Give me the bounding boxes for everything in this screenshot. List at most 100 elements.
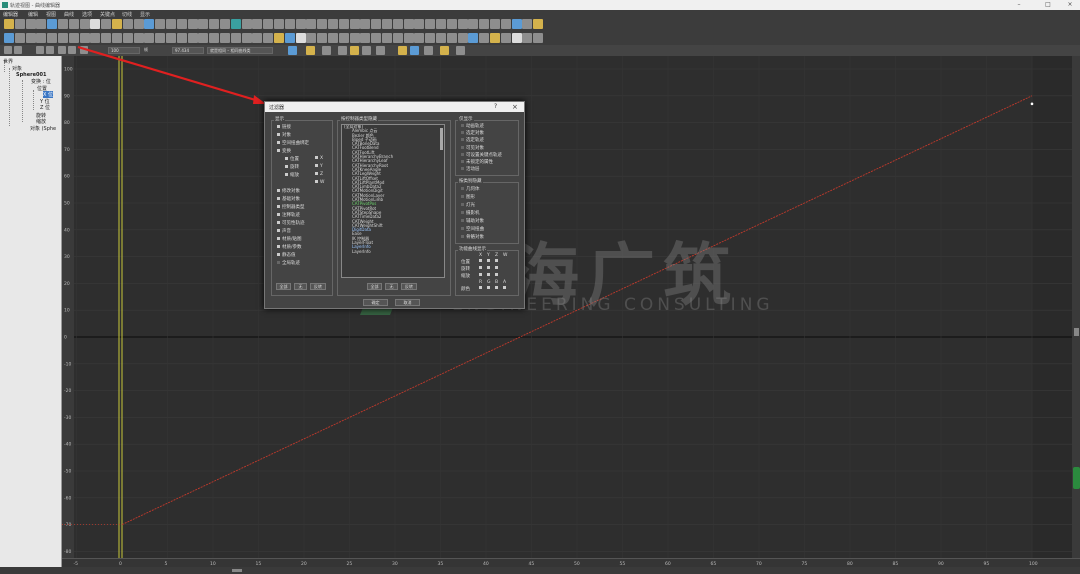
toolbar2-tool-icon[interactable] <box>403 33 414 43</box>
show-checkbox[interactable]: 链接 <box>277 124 291 130</box>
toolbar3-tool-icon[interactable] <box>68 46 76 54</box>
toolbar1-tool-icon[interactable] <box>382 19 392 29</box>
only-show-checkbox[interactable]: 选定轨迹 <box>461 137 484 143</box>
toolbar2-tool-icon[interactable] <box>133 33 144 43</box>
toolbar2-tool-icon[interactable] <box>79 33 90 43</box>
controller-list-item[interactable]: LayerInfo <box>342 249 444 254</box>
checkbox-box[interactable] <box>277 189 280 192</box>
checkbox-box[interactable] <box>461 138 464 142</box>
show-checkbox[interactable]: 材质/贴图 <box>277 236 302 242</box>
toolbar2-tool-icon[interactable] <box>101 33 112 43</box>
tree-item[interactable]: 对象 <box>12 65 22 72</box>
toolbar2-tool-icon[interactable] <box>360 33 371 43</box>
show-checkbox[interactable]: 静态值 <box>277 252 296 258</box>
list-invert-button[interactable]: 反转 <box>401 283 417 290</box>
toolbar1-tool-icon[interactable] <box>328 19 338 29</box>
toolbar1-tool-icon[interactable] <box>252 19 263 29</box>
toolbar1-tool-icon[interactable] <box>47 19 58 29</box>
checkbox-box[interactable] <box>277 213 280 216</box>
toolbar2-tool-icon[interactable] <box>209 33 220 43</box>
toolbar2-tool-icon[interactable] <box>230 33 241 43</box>
show-checkbox[interactable]: 修改对象 <box>277 188 300 194</box>
toolbar1-tool-icon[interactable] <box>36 19 47 29</box>
fc-checkbox[interactable] <box>487 266 492 271</box>
toolbar2-tool-icon[interactable] <box>338 33 349 43</box>
maximize-button[interactable]: □ <box>1044 1 1052 9</box>
only-show-checkbox[interactable]: 未锁定的属性 <box>461 159 493 165</box>
toolbar1-tool-icon[interactable] <box>403 19 414 29</box>
toolbar1-tool-icon[interactable] <box>79 19 90 29</box>
horizontal-scroll-thumb[interactable] <box>232 569 242 572</box>
fc-checkbox[interactable] <box>479 286 484 291</box>
hide-category-checkbox[interactable]: 辅助对象 <box>461 218 484 224</box>
transform-checkbox[interactable]: 位置 <box>285 156 299 162</box>
close-button[interactable]: × <box>1066 1 1074 9</box>
checkbox-box[interactable] <box>461 211 464 214</box>
checkbox-box[interactable] <box>277 133 280 136</box>
toolbar2-tool-icon[interactable] <box>155 33 166 43</box>
toolbar2-tool-icon[interactable] <box>349 33 360 43</box>
time-ruler[interactable]: -5 0 5 10 15 20 25 30 35 40 45 50 55 60 65 70 75 80 85 90 95… <box>62 558 1080 567</box>
toolbar3-tool-icon[interactable] <box>338 46 347 55</box>
list-none-button[interactable]: 无 <box>385 283 398 290</box>
toolbar1-tool-icon[interactable] <box>133 19 144 29</box>
toolbar1-tool-icon[interactable] <box>490 19 500 29</box>
checkbox-box[interactable] <box>461 187 464 190</box>
show-checkbox[interactable]: 材质/参数 <box>277 244 302 250</box>
show-checkbox[interactable]: 控制器类型 <box>277 204 305 210</box>
transform-checkbox[interactable]: 缩放 <box>285 172 299 178</box>
checkbox-box[interactable] <box>461 195 464 198</box>
hide-category-checkbox[interactable]: 骨骼对象 <box>461 234 484 240</box>
filter-select[interactable]: 就是相同 – 相同曲线类 <box>207 47 273 54</box>
fc-checkbox[interactable] <box>495 286 500 291</box>
checkbox-box[interactable] <box>277 221 280 224</box>
checkbox-box[interactable] <box>285 165 288 168</box>
help-button[interactable]: ? <box>494 103 497 110</box>
checkbox-box[interactable] <box>277 149 280 152</box>
toolbar3-tool-icon[interactable] <box>14 46 22 54</box>
toolbar3-tool-icon[interactable] <box>440 46 449 55</box>
toolbar1-tool-icon[interactable] <box>371 19 382 29</box>
toolbar2-tool-icon[interactable] <box>392 33 403 43</box>
axis-checkbox[interactable]: Z <box>315 172 323 177</box>
curve-key[interactable] <box>1030 102 1034 106</box>
toolbar1-tool-icon[interactable] <box>101 19 112 29</box>
toolbar2-tool-icon[interactable] <box>328 33 338 43</box>
fc-checkbox[interactable] <box>487 259 492 264</box>
only-show-checkbox[interactable]: 选定对象 <box>461 130 484 136</box>
checkbox-box[interactable] <box>315 164 318 167</box>
checkbox-box[interactable] <box>277 253 280 256</box>
toolbar2-tool-icon[interactable] <box>25 33 36 43</box>
toolbar1-tool-icon[interactable] <box>187 19 198 29</box>
toolbar1-tool-icon[interactable] <box>263 19 274 29</box>
toolbar2-tool-icon[interactable] <box>457 33 468 43</box>
toolbar3-tool-icon[interactable] <box>376 46 385 55</box>
toolbar1-tool-icon[interactable] <box>392 19 403 29</box>
dialog-close-button[interactable]: × <box>512 103 518 111</box>
toolbar1-tool-icon[interactable] <box>284 19 295 29</box>
hide-category-checkbox[interactable]: 几何体 <box>461 186 480 192</box>
checkbox-box[interactable] <box>315 180 318 183</box>
toolbar3-tool-icon[interactable] <box>80 46 88 54</box>
toolbar2-tool-icon[interactable] <box>4 33 14 43</box>
toolbar2-tool-icon[interactable] <box>306 33 317 43</box>
ok-button[interactable]: 确定 <box>363 299 388 306</box>
toolbar1-tool-icon[interactable] <box>155 19 166 29</box>
hide-category-checkbox[interactable]: 空间扭曲 <box>461 226 484 232</box>
toolbar3-tool-icon[interactable] <box>424 46 433 55</box>
toolbar2-tool-icon[interactable] <box>382 33 392 43</box>
curve-graph-canvas[interactable]: 1009080706050403020100-10-20-30-40-50-60… <box>62 56 1080 558</box>
tree-item[interactable]: Z 位 <box>40 104 50 111</box>
checkbox-box[interactable] <box>461 131 464 135</box>
toolbar2-tool-icon[interactable] <box>144 33 155 43</box>
list-all-button[interactable]: 全部 <box>367 283 382 290</box>
checkbox-box[interactable] <box>277 237 280 240</box>
toolbar2-tool-icon[interactable] <box>500 33 511 43</box>
toolbar2-tool-icon[interactable] <box>295 33 306 43</box>
controller-list-scrollbar[interactable] <box>440 128 443 150</box>
checkbox-box[interactable] <box>315 172 318 175</box>
checkbox-box[interactable] <box>277 197 280 200</box>
controller-type-list[interactable]: (全局对象) Alembic 点云 Bezier 颜色 Biped 子动画 CATBon… <box>341 124 445 278</box>
toolbar2-tool-icon[interactable] <box>198 33 209 43</box>
checkbox-box[interactable] <box>461 167 464 171</box>
